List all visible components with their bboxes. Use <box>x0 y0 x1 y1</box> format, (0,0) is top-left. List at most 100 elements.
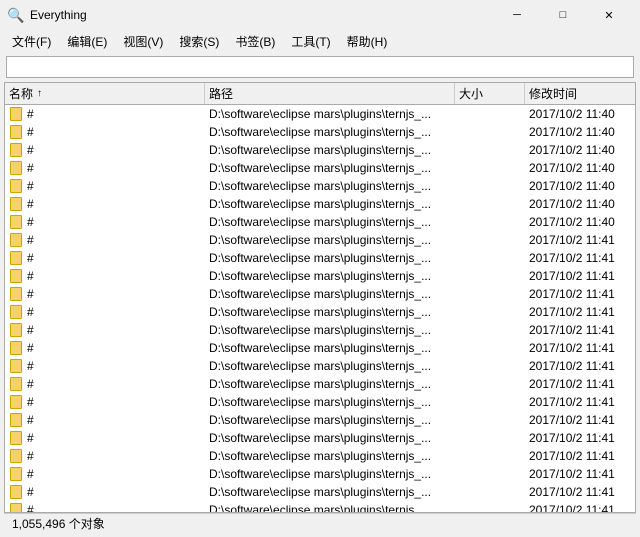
file-icon <box>9 431 23 445</box>
file-name: # <box>27 161 34 175</box>
table-body[interactable]: # D:\software\eclipse mars\plugins\ternj… <box>5 105 635 513</box>
cell-path: D:\software\eclipse mars\plugins\ternjs_… <box>205 323 455 337</box>
file-icon <box>9 305 23 319</box>
file-icon <box>9 197 23 211</box>
menu-help[interactable]: 帮助(H) <box>339 31 396 52</box>
table-row[interactable]: # D:\software\eclipse mars\plugins\ternj… <box>5 465 635 483</box>
cell-name: # <box>5 143 205 157</box>
cell-path: D:\software\eclipse mars\plugins\ternjs_… <box>205 503 455 513</box>
menu-bar: 文件(F) 编辑(E) 视图(V) 搜索(S) 书签(B) 工具(T) 帮助(H… <box>0 30 640 52</box>
table-row[interactable]: # D:\software\eclipse mars\plugins\ternj… <box>5 285 635 303</box>
file-icon <box>9 449 23 463</box>
table-row[interactable]: # D:\software\eclipse mars\plugins\ternj… <box>5 105 635 123</box>
menu-edit[interactable]: 编辑(E) <box>59 31 115 52</box>
table-row[interactable]: # D:\software\eclipse mars\plugins\ternj… <box>5 393 635 411</box>
table-row[interactable]: # D:\software\eclipse mars\plugins\ternj… <box>5 159 635 177</box>
file-name: # <box>27 413 34 427</box>
cell-date: 2017/10/2 11:41 <box>525 269 635 283</box>
table-row[interactable]: # D:\software\eclipse mars\plugins\ternj… <box>5 195 635 213</box>
cell-name: # <box>5 467 205 481</box>
cell-date: 2017/10/2 11:40 <box>525 179 635 193</box>
cell-date: 2017/10/2 11:40 <box>525 161 635 175</box>
cell-path: D:\software\eclipse mars\plugins\ternjs_… <box>205 269 455 283</box>
table-row[interactable]: # D:\software\eclipse mars\plugins\ternj… <box>5 447 635 465</box>
menu-file[interactable]: 文件(F) <box>4 31 59 52</box>
cell-path: D:\software\eclipse mars\plugins\ternjs_… <box>205 485 455 499</box>
file-icon <box>9 107 23 121</box>
column-name-header[interactable]: 名称 ↑ <box>5 83 205 104</box>
cell-name: # <box>5 305 205 319</box>
cell-name: # <box>5 395 205 409</box>
app-title: Everything <box>30 8 494 22</box>
table-row[interactable]: # D:\software\eclipse mars\plugins\ternj… <box>5 429 635 447</box>
table-row[interactable]: # D:\software\eclipse mars\plugins\ternj… <box>5 177 635 195</box>
menu-bookmarks[interactable]: 书签(B) <box>227 31 283 52</box>
cell-path: D:\software\eclipse mars\plugins\ternjs_… <box>205 179 455 193</box>
column-path-header[interactable]: 路径 <box>205 83 455 104</box>
app-icon: 🔍 <box>8 7 24 23</box>
cell-name: # <box>5 161 205 175</box>
close-button[interactable]: ✕ <box>586 0 632 30</box>
file-name: # <box>27 287 34 301</box>
table-row[interactable]: # D:\software\eclipse mars\plugins\ternj… <box>5 123 635 141</box>
file-name: # <box>27 341 34 355</box>
file-name: # <box>27 323 34 337</box>
table-row[interactable]: # D:\software\eclipse mars\plugins\ternj… <box>5 501 635 513</box>
table-row[interactable]: # D:\software\eclipse mars\plugins\ternj… <box>5 321 635 339</box>
file-name: # <box>27 359 34 373</box>
minimize-button[interactable]: ─ <box>494 0 540 30</box>
table-row[interactable]: # D:\software\eclipse mars\plugins\ternj… <box>5 231 635 249</box>
status-bar: 1,055,496 个对象 <box>4 513 636 533</box>
cell-date: 2017/10/2 11:41 <box>525 503 635 513</box>
file-icon <box>9 395 23 409</box>
table-row[interactable]: # D:\software\eclipse mars\plugins\ternj… <box>5 411 635 429</box>
table-row[interactable]: # D:\software\eclipse mars\plugins\ternj… <box>5 141 635 159</box>
cell-date: 2017/10/2 11:41 <box>525 287 635 301</box>
cell-path: D:\software\eclipse mars\plugins\ternjs_… <box>205 287 455 301</box>
file-icon <box>9 233 23 247</box>
file-name: # <box>27 233 34 247</box>
file-name: # <box>27 449 34 463</box>
file-icon <box>9 287 23 301</box>
table-row[interactable]: # D:\software\eclipse mars\plugins\ternj… <box>5 339 635 357</box>
cell-date: 2017/10/2 11:41 <box>525 305 635 319</box>
file-icon <box>9 485 23 499</box>
table-row[interactable]: # D:\software\eclipse mars\plugins\ternj… <box>5 249 635 267</box>
table-row[interactable]: # D:\software\eclipse mars\plugins\ternj… <box>5 267 635 285</box>
menu-tools[interactable]: 工具(T) <box>283 31 338 52</box>
file-icon <box>9 251 23 265</box>
cell-date: 2017/10/2 11:40 <box>525 125 635 139</box>
cell-date: 2017/10/2 11:41 <box>525 251 635 265</box>
column-date-header[interactable]: 修改时间 <box>525 83 635 104</box>
file-icon <box>9 503 23 513</box>
cell-date: 2017/10/2 11:41 <box>525 233 635 247</box>
file-name: # <box>27 197 34 211</box>
file-name: # <box>27 215 34 229</box>
cell-path: D:\software\eclipse mars\plugins\ternjs_… <box>205 143 455 157</box>
cell-date: 2017/10/2 11:41 <box>525 377 635 391</box>
cell-path: D:\software\eclipse mars\plugins\ternjs_… <box>205 359 455 373</box>
menu-search[interactable]: 搜索(S) <box>171 31 227 52</box>
menu-view[interactable]: 视图(V) <box>115 31 171 52</box>
file-name: # <box>27 485 34 499</box>
column-size-header[interactable]: 大小 <box>455 83 525 104</box>
search-input[interactable] <box>7 57 633 77</box>
maximize-button[interactable]: □ <box>540 0 586 30</box>
table-row[interactable]: # D:\software\eclipse mars\plugins\ternj… <box>5 213 635 231</box>
file-name: # <box>27 395 34 409</box>
file-name: # <box>27 377 34 391</box>
cell-path: D:\software\eclipse mars\plugins\ternjs_… <box>205 215 455 229</box>
file-name: # <box>27 269 34 283</box>
cell-name: # <box>5 485 205 499</box>
file-icon <box>9 161 23 175</box>
table-row[interactable]: # D:\software\eclipse mars\plugins\ternj… <box>5 303 635 321</box>
file-name: # <box>27 467 34 481</box>
table-row[interactable]: # D:\software\eclipse mars\plugins\ternj… <box>5 375 635 393</box>
cell-path: D:\software\eclipse mars\plugins\ternjs_… <box>205 467 455 481</box>
table-row[interactable]: # D:\software\eclipse mars\plugins\ternj… <box>5 483 635 501</box>
cell-date: 2017/10/2 11:41 <box>525 485 635 499</box>
cell-path: D:\software\eclipse mars\plugins\ternjs_… <box>205 395 455 409</box>
table-row[interactable]: # D:\software\eclipse mars\plugins\ternj… <box>5 357 635 375</box>
cell-path: D:\software\eclipse mars\plugins\ternjs_… <box>205 233 455 247</box>
file-name: # <box>27 251 34 265</box>
